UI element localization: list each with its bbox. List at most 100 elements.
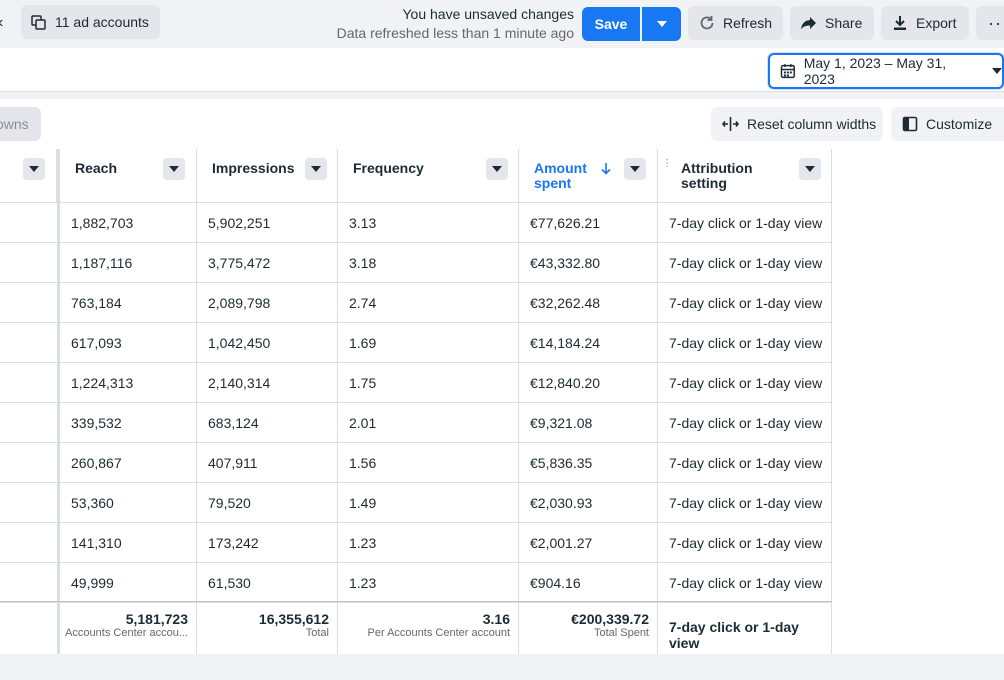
refresh-label: Refresh xyxy=(723,15,773,31)
cell-frequency: 1.69 xyxy=(338,323,519,363)
cell-amount-spent: €32,262.48 xyxy=(519,283,658,323)
total-impressions: 16,355,612 Total xyxy=(197,602,338,655)
total-reach-value: 5,181,723 xyxy=(125,611,188,627)
column-menu-button[interactable] xyxy=(624,158,646,180)
share-label: Share xyxy=(825,15,863,31)
save-button-label: Save xyxy=(594,16,628,32)
cell-impressions: 79,520 xyxy=(197,483,338,523)
column-label: Reach xyxy=(75,160,118,176)
cell-reach: 141,310 xyxy=(60,523,197,563)
total-frequency-caption: Per Accounts Center account xyxy=(367,627,510,639)
cell-amount-spent: €904.16 xyxy=(519,563,658,603)
more-options-button[interactable]: ··· xyxy=(976,6,1004,40)
column-label: Amount spent xyxy=(534,160,587,191)
cell-frequency: 1.23 xyxy=(338,523,519,563)
customize-button[interactable]: Customize xyxy=(891,107,1004,141)
cell-frequency: 3.18 xyxy=(338,243,519,283)
cell-hidden xyxy=(0,323,60,363)
cell-impressions: 2,089,798 xyxy=(197,283,338,323)
table-row[interactable]: 1,187,116 3,775,472 3.18 €43,332.80 7-day cl… xyxy=(0,243,832,283)
cell-reach: 260,867 xyxy=(60,443,197,483)
table-row[interactable]: 49,999 61,530 1.23 €904.16 7-day click or 1-… xyxy=(0,563,832,603)
top-toolbar: ‹ 11 ad accounts You have unsaved change… xyxy=(0,0,1004,48)
column-header-impressions[interactable]: Impressions xyxy=(197,149,338,203)
cell-hidden xyxy=(0,563,60,603)
data-refreshed-text: Data refreshed less than 1 minute ago xyxy=(336,25,574,41)
cell-frequency: 3.13 xyxy=(338,203,519,243)
cell-hidden xyxy=(0,243,60,283)
cell-hidden xyxy=(0,443,60,483)
table-row[interactable]: 617,093 1,042,450 1.69 €14,184.24 7-day clic… xyxy=(0,323,832,363)
table-row[interactable]: 1,882,703 5,902,251 3.13 €77,626.21 7-day cl… xyxy=(0,203,832,243)
date-range-picker[interactable]: May 1, 2023 – May 31, 2023 xyxy=(768,53,1004,89)
cell-attribution: 7-day click or 1-day view xyxy=(658,523,832,563)
share-icon xyxy=(801,17,816,30)
cell-impressions: 173,242 xyxy=(197,523,338,563)
cell-attribution: 7-day click or 1-day view xyxy=(658,363,832,403)
caret-down-icon xyxy=(630,166,640,172)
cell-hidden xyxy=(0,283,60,323)
table-row[interactable]: 1,224,313 2,140,314 1.75 €12,840.20 7-day cl… xyxy=(0,363,832,403)
column-header-reach[interactable]: Reach xyxy=(60,149,197,203)
table-toolbar: owns Reset column widths Customize xyxy=(0,99,1004,149)
caret-down-icon xyxy=(805,166,815,172)
table-row[interactable]: 141,310 173,242 1.23 €2,001.27 7-day click o… xyxy=(0,523,832,563)
column-menu-button[interactable] xyxy=(486,158,508,180)
column-menu-button[interactable] xyxy=(305,158,327,180)
cell-amount-spent: €9,321.08 xyxy=(519,403,658,443)
cell-hidden xyxy=(0,203,60,243)
export-button[interactable]: Export xyxy=(881,6,969,40)
cell-reach: 1,187,116 xyxy=(60,243,197,283)
column-header-frequency[interactable]: Frequency xyxy=(338,149,519,203)
breakdown-button[interactable]: owns xyxy=(0,107,41,141)
cell-reach: 763,184 xyxy=(60,283,197,323)
table-row[interactable]: 763,184 2,089,798 2.74 €32,262.48 7-day clic… xyxy=(0,283,832,323)
totals-row: 5,181,723 Accounts Center accou... 16,35… xyxy=(0,601,832,655)
export-label: Export xyxy=(916,15,957,31)
cell-reach: 53,360 xyxy=(60,483,197,523)
save-button[interactable]: Save xyxy=(582,7,640,41)
cell-amount-spent: €14,184.24 xyxy=(519,323,658,363)
cell-impressions: 2,140,314 xyxy=(197,363,338,403)
cell-attribution: 7-day click or 1-day view xyxy=(658,203,832,243)
caret-down-icon xyxy=(311,166,321,172)
column-header-attribution-setting[interactable]: ⋮ Attribution setting xyxy=(658,149,832,203)
total-amount-spent-value: €200,339.72 xyxy=(571,611,649,627)
cell-amount-spent: €5,836.35 xyxy=(519,443,658,483)
table-row[interactable]: 260,867 407,911 1.56 €5,836.35 7-day click o… xyxy=(0,443,832,483)
cell-reach: 617,093 xyxy=(60,323,197,363)
refresh-button[interactable]: Refresh xyxy=(688,6,783,40)
cell-frequency: 2.74 xyxy=(338,283,519,323)
column-menu-button[interactable] xyxy=(799,158,821,180)
total-amount-spent-caption: Total Spent xyxy=(593,627,649,639)
sort-descending-icon xyxy=(601,163,611,175)
cell-frequency: 1.23 xyxy=(338,563,519,603)
caret-down-icon xyxy=(656,21,667,27)
cell-impressions: 1,042,450 xyxy=(197,323,338,363)
share-button[interactable]: Share xyxy=(790,6,874,40)
save-options-dropdown[interactable] xyxy=(642,7,681,41)
cell-amount-spent: €2,001.27 xyxy=(519,523,658,563)
cell-reach: 339,532 xyxy=(60,403,197,443)
cell-frequency: 1.75 xyxy=(338,363,519,403)
totals-hidden-cell xyxy=(0,602,60,655)
total-frequency-value: 3.16 xyxy=(482,611,510,627)
cell-impressions: 3,775,472 xyxy=(197,243,338,283)
table-row[interactable]: 53,360 79,520 1.49 €2,030.93 7-day click or … xyxy=(0,483,832,523)
table-row[interactable]: 339,532 683,124 2.01 €9,321.08 7-day click o… xyxy=(0,403,832,443)
total-impressions-caption: Total xyxy=(305,627,329,639)
unsaved-changes-text: You have unsaved changes xyxy=(402,6,574,22)
cell-hidden xyxy=(0,363,60,403)
column-header-amount-spent[interactable]: Amount spent xyxy=(519,149,658,203)
collapse-icon[interactable]: ‹ xyxy=(0,14,3,32)
ad-accounts-button[interactable]: 11 ad accounts xyxy=(21,5,160,39)
column-menu-button[interactable] xyxy=(23,158,45,180)
cell-attribution: 7-day click or 1-day view xyxy=(658,403,832,443)
reset-column-widths-button[interactable]: Reset column widths xyxy=(711,107,883,141)
cell-impressions: 61,530 xyxy=(197,563,338,603)
drag-handle-icon[interactable]: ⋮ xyxy=(662,159,672,169)
date-range-bar: May 1, 2023 – May 31, 2023 xyxy=(0,48,1004,92)
column-resize-icon xyxy=(722,117,739,131)
column-menu-button[interactable] xyxy=(163,158,185,180)
download-icon xyxy=(894,16,906,30)
